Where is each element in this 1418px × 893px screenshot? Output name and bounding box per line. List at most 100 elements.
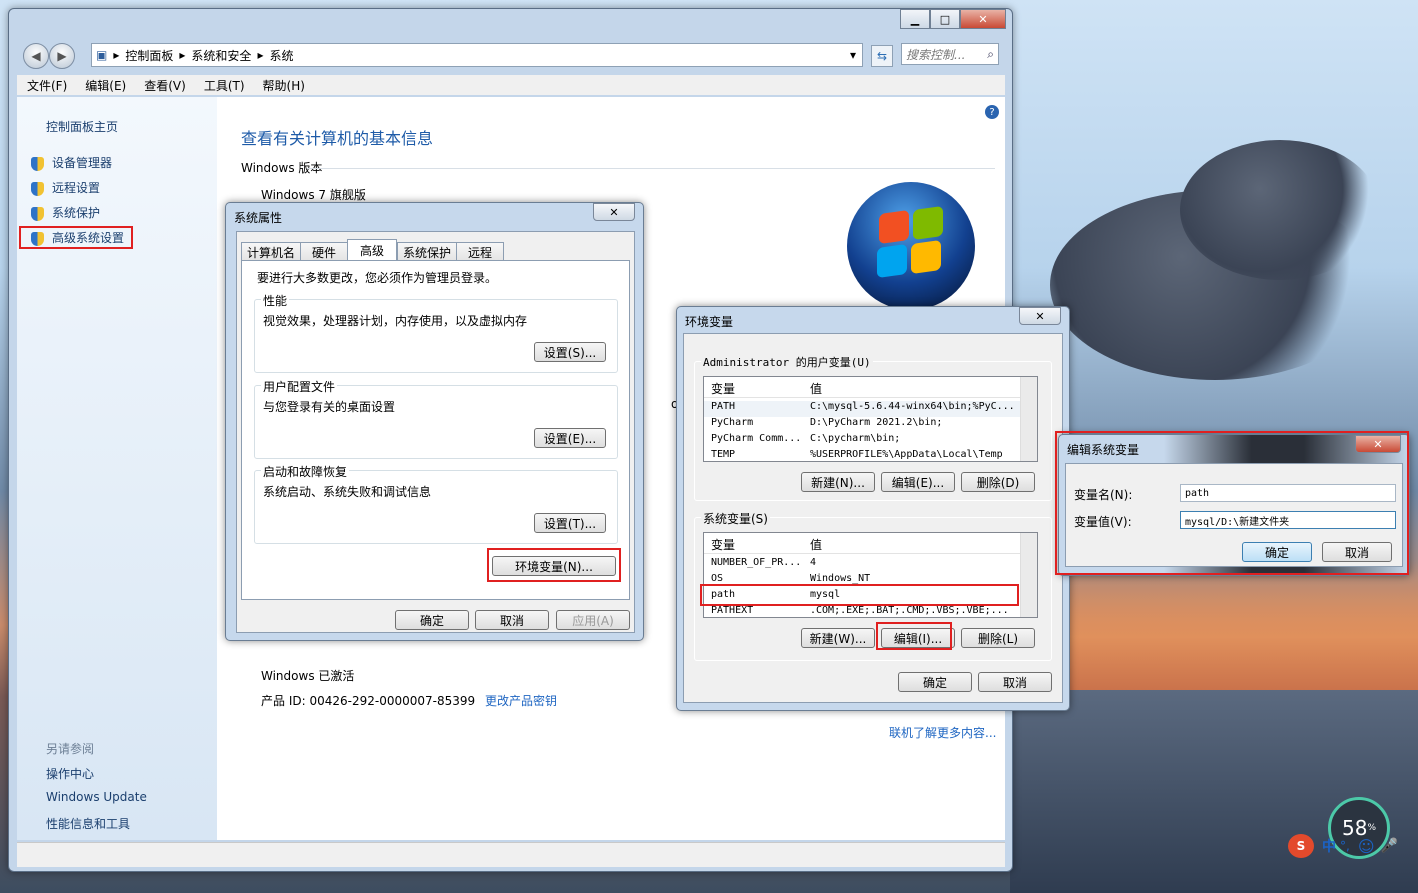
highlight-box bbox=[487, 548, 621, 582]
windows-logo bbox=[847, 182, 975, 310]
chevron-right-icon: ▸ bbox=[113, 48, 120, 62]
breadcrumb-item[interactable]: 控制面板 bbox=[125, 47, 173, 64]
system-properties-dialog: 系统属性 ✕ 计算机名 硬件 高级 系统保护 远程 要进行大多数更改，您必须作为… bbox=[225, 202, 644, 641]
ime-punctuation[interactable]: °, bbox=[1340, 839, 1350, 853]
desktop-sea bbox=[1010, 690, 1418, 893]
startup-recovery-desc: 系统启动、系统失败和调试信息 bbox=[263, 485, 432, 499]
menu-edit[interactable]: 编辑(E) bbox=[85, 77, 126, 94]
cancel-button[interactable]: 取消 bbox=[978, 672, 1052, 692]
dialog-title: 环境变量 bbox=[685, 315, 734, 329]
desktop-cloud bbox=[1180, 140, 1380, 280]
cancel-button[interactable]: 取消 bbox=[475, 610, 549, 630]
menu-view[interactable]: 查看(V) bbox=[144, 77, 186, 94]
user-variables-list[interactable]: 变量 值 PATH C:\mysql-5.6.44-winx64\bin;%PyC… bbox=[703, 376, 1038, 462]
scrollbar[interactable] bbox=[1020, 533, 1037, 617]
microphone-icon[interactable]: 🎤 bbox=[1381, 838, 1398, 854]
column-value[interactable]: 值 bbox=[810, 536, 822, 553]
action-center-link[interactable]: 操作中心 bbox=[46, 765, 94, 782]
menu-help[interactable]: 帮助(H) bbox=[263, 77, 305, 94]
apply-button[interactable]: 应用(A) bbox=[556, 610, 630, 630]
tab-system-protection[interactable]: 系统保护 bbox=[397, 242, 457, 261]
chevron-down-icon[interactable]: ▾ bbox=[850, 48, 856, 62]
column-value[interactable]: 值 bbox=[810, 380, 822, 397]
shield-icon bbox=[31, 206, 44, 221]
windows-update-link[interactable]: Windows Update bbox=[46, 790, 147, 804]
system-variables-group: 系统变量(S) 变量 值 NUMBER_OF_PR... 4 OS Windows_… bbox=[694, 510, 1052, 661]
user-profiles-settings-button[interactable]: 设置(E)... bbox=[534, 428, 606, 448]
remote-settings-link[interactable]: 远程设置 bbox=[31, 179, 100, 196]
user-variables-title: Administrator 的用户变量(U) bbox=[701, 354, 873, 370]
close-button[interactable]: ✕ bbox=[1019, 307, 1061, 325]
highlight-box bbox=[876, 622, 952, 650]
dialog-body: 计算机名 硬件 高级 系统保护 远程 要进行大多数更改，您必须作为管理员登录。 … bbox=[236, 231, 635, 633]
search-icon[interactable]: ⌕ bbox=[987, 47, 994, 62]
performance-desc: 视觉效果，处理器计划，内存使用，以及虚拟内存 bbox=[263, 314, 528, 328]
performance-title: 性能 bbox=[261, 292, 290, 309]
system-delete-button[interactable]: 删除(L) bbox=[961, 628, 1035, 648]
navigation-bar: ◀ ▶ ▣ ▸ 控制面板 ▸ 系统和安全 ▸ 系统 ▾ ⇆ 搜索控制... ⌕ bbox=[17, 41, 1005, 69]
breadcrumb-item[interactable]: 系统 bbox=[269, 47, 293, 64]
desktop-sunset bbox=[1010, 560, 1418, 700]
device-manager-link[interactable]: 设备管理器 bbox=[31, 154, 112, 171]
environment-variables-dialog: 环境变量 ✕ Administrator 的用户变量(U) 变量 值 PATH C… bbox=[676, 306, 1070, 711]
performance-info-link[interactable]: 性能信息和工具 bbox=[46, 815, 130, 832]
tab-panel-advanced: 要进行大多数更改，您必须作为管理员登录。 性能 视觉效果，处理器计划，内存使用，… bbox=[241, 260, 630, 600]
system-protection-link[interactable]: 系统保护 bbox=[31, 204, 100, 221]
maximize-button[interactable]: □ bbox=[930, 9, 960, 29]
scrollbar[interactable] bbox=[1020, 377, 1037, 461]
sogou-icon[interactable]: S bbox=[1288, 834, 1314, 858]
startup-recovery-title: 启动和故障恢复 bbox=[261, 463, 350, 480]
menu-tools[interactable]: 工具(T) bbox=[204, 77, 245, 94]
refresh-icon[interactable]: ⇆ bbox=[871, 45, 893, 67]
product-id: 产品 ID: 00426-292-0000007-85399 bbox=[261, 694, 476, 708]
tab-advanced[interactable]: 高级 bbox=[347, 239, 397, 261]
startup-recovery-settings-button[interactable]: 设置(T)... bbox=[534, 513, 606, 533]
highlight-box bbox=[1055, 431, 1409, 575]
ok-button[interactable]: 确定 bbox=[395, 610, 469, 630]
list-header: 变量 值 bbox=[704, 377, 1037, 398]
column-variable[interactable]: 变量 bbox=[711, 536, 735, 553]
user-delete-button[interactable]: 删除(D) bbox=[961, 472, 1035, 492]
close-button[interactable]: ✕ bbox=[593, 203, 635, 221]
forward-button[interactable]: ▶ bbox=[49, 43, 75, 69]
tab-hardware[interactable]: 硬件 bbox=[300, 242, 348, 261]
column-variable[interactable]: 变量 bbox=[711, 380, 735, 397]
control-panel-home-link[interactable]: 控制面板主页 bbox=[46, 118, 118, 135]
user-edit-button[interactable]: 编辑(E)... bbox=[881, 472, 955, 492]
search-placeholder: 搜索控制... bbox=[906, 47, 966, 62]
close-button[interactable]: ✕ bbox=[960, 9, 1006, 29]
shield-icon bbox=[31, 156, 44, 171]
list-item[interactable]: PATH C:\mysql-5.6.44-winx64\bin;%PyC... bbox=[704, 401, 1020, 417]
ime-toolbar: S 中 °, ☺ 🎤 bbox=[1288, 832, 1418, 860]
system-variables-title: 系统变量(S) bbox=[701, 510, 770, 527]
system-new-button[interactable]: 新建(W)... bbox=[801, 628, 875, 648]
user-new-button[interactable]: 新建(N)... bbox=[801, 472, 875, 492]
emoji-icon[interactable]: ☺ bbox=[1358, 837, 1375, 856]
dialog-body: Administrator 的用户变量(U) 变量 值 PATH C:\mysql… bbox=[683, 333, 1063, 703]
address-bar[interactable]: ▣ ▸ 控制面板 ▸ 系统和安全 ▸ 系统 ▾ bbox=[91, 43, 863, 67]
performance-settings-button[interactable]: 设置(S)... bbox=[534, 342, 606, 362]
menu-file[interactable]: 文件(F) bbox=[27, 77, 67, 94]
user-variables-group: Administrator 的用户变量(U) 变量 值 PATH C:\mysql… bbox=[694, 354, 1052, 501]
tab-remote[interactable]: 远程 bbox=[456, 242, 504, 261]
windows-edition: Windows 7 旗舰版 bbox=[261, 188, 366, 202]
shield-icon bbox=[31, 181, 44, 196]
ok-button[interactable]: 确定 bbox=[898, 672, 972, 692]
tab-computer-name[interactable]: 计算机名 bbox=[241, 242, 301, 261]
dialog-title: 系统属性 bbox=[234, 211, 283, 225]
performance-group: 性能 视觉效果，处理器计划，内存使用，以及虚拟内存 设置(S)... bbox=[254, 292, 618, 373]
highlight-box bbox=[700, 584, 1019, 606]
tab-strip: 计算机名 硬件 高级 系统保护 远程 bbox=[241, 239, 627, 262]
chevron-right-icon: ▸ bbox=[179, 48, 186, 62]
help-icon[interactable]: ? bbox=[985, 105, 999, 119]
minimize-button[interactable]: ▁ bbox=[900, 9, 930, 29]
back-button[interactable]: ◀ bbox=[23, 43, 49, 69]
learn-more-link[interactable]: 联机了解更多内容... bbox=[889, 724, 996, 741]
search-input[interactable]: 搜索控制... ⌕ bbox=[901, 43, 999, 65]
list-header: 变量 值 bbox=[704, 533, 1037, 554]
highlight-box bbox=[19, 226, 133, 249]
ime-mode[interactable]: 中 bbox=[1322, 836, 1336, 856]
section-divider bbox=[307, 168, 995, 169]
breadcrumb-item[interactable]: 系统和安全 bbox=[191, 47, 251, 64]
change-product-key-link[interactable]: 更改产品密钥 bbox=[485, 692, 557, 709]
